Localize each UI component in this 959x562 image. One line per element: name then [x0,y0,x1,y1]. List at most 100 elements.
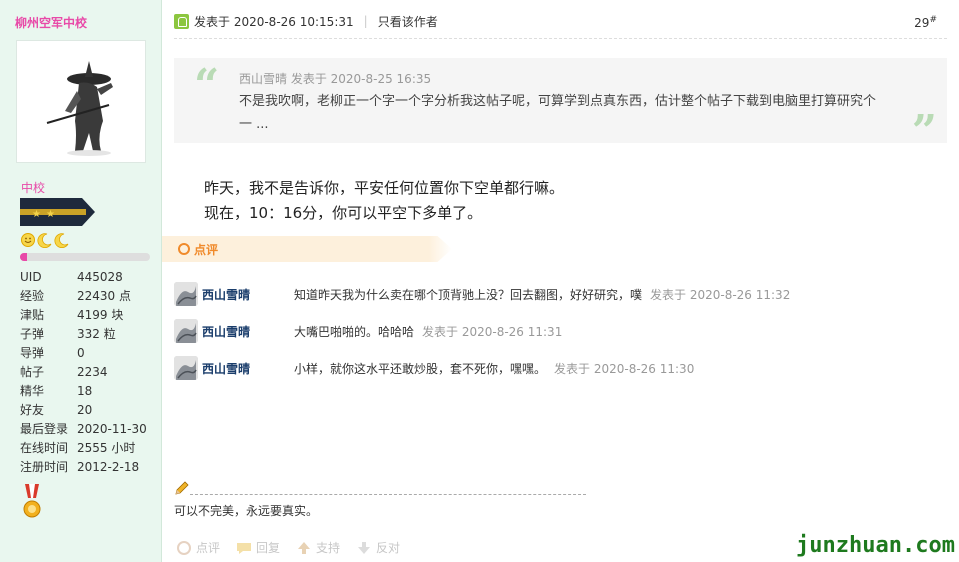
signature-text: 可以不完美，永远要真实。 [174,504,319,518]
stat-value: 18 [77,384,93,398]
post-line: 现在，10：16分，你可以平空下多单了。 [204,204,483,222]
stat-label: 子弹 [20,327,45,341]
support-button[interactable]: 支持 [296,539,340,556]
review-item: 西山雪晴 知道昨天我为什么卖在哪个顶背驰上没？回去翻图，好好研究，噗 发表于 202… [174,281,790,307]
svg-text:★: ★ [46,209,55,220]
stat-label: 在线时间 [20,441,69,455]
moon-icon [37,233,52,248]
stat-label: 注册时间 [20,460,69,474]
review-section-title: 点评 [194,243,219,257]
level-progress-fill [20,253,27,261]
review-icon [176,540,192,555]
stat-label: 津贴 [20,308,45,322]
reviewer-name[interactable]: 西山雪晴 [202,286,294,303]
support-label: 支持 [316,541,341,555]
reply-label: 回复 [256,541,281,555]
stat-row: 好友 20 [20,401,147,420]
header-divider-line [174,38,947,39]
stat-value: 2020-11-30 [77,422,147,436]
stat-value: 2555 小时 [77,441,136,455]
only-author-link[interactable]: 只看该作者 [378,13,438,30]
author-sidebar: 柳州空军中校 中校 ★ ★ UID 445028 经验 22430 点 津贴 4… [0,0,162,562]
reviewer-name[interactable]: 西山雪晴 [202,360,294,377]
quote-close-icon: ” [911,106,937,157]
reply-button[interactable]: 回复 [236,539,280,556]
review-text: 知道昨天我为什么卖在哪个顶背驰上没？回去翻图，好好研究，噗 [294,287,643,302]
floor-value: 29 [914,16,930,30]
reviewer-avatar[interactable] [174,282,198,306]
level-icons [20,232,70,248]
stat-label: 最后登录 [20,422,69,436]
floor-mark: # [929,15,937,25]
author-name-link[interactable]: 柳州空军中校 [15,14,87,31]
review-label: 点评 [196,541,221,555]
stat-value: 2012-2-18 [77,460,140,474]
stat-row: 津贴 4199 块 [20,306,147,325]
review-time: 发表于 2020-8-26 11:30 [554,361,695,376]
sun-icon [21,233,35,247]
rank-insignia-icon: ★ ★ [20,198,95,226]
thumbs-down-icon [356,541,372,555]
oppose-button[interactable]: 反对 [356,539,400,556]
rank-title: 中校 [21,181,46,195]
stat-row: 经验 22430 点 [20,287,147,306]
stat-value: 332 粒 [77,327,116,341]
review-item: 西山雪晴 小样，就你这水平还敢炒股，套不死你，嘿嘿。 发表于 2020-8-26 1… [174,355,694,381]
post-header: 发表于 2020-8-26 10:15:31 | 只看该作者 [174,11,438,31]
post-time: 发表于 2020-8-26 10:15:31 [194,14,354,29]
author-avatar[interactable] [16,40,146,163]
review-item: 西山雪晴 大嘴巴啪啪的。哈哈哈 发表于 2020-8-26 11:31 [174,318,562,344]
review-text: 大嘴巴啪啪的。哈哈哈 [294,324,415,339]
stat-row: UID 445028 [20,268,147,287]
stat-row: 子弹 332 粒 [20,325,147,344]
stat-row: 最后登录 2020-11-30 [20,420,147,439]
stat-value: 20 [77,403,93,417]
svg-text:★: ★ [32,209,41,220]
stat-value: 22430 点 [77,289,131,303]
review-button[interactable]: 点评 [176,539,220,556]
stat-label: 帖子 [20,365,45,379]
reviewer-avatar[interactable] [174,319,198,343]
medal-icon[interactable] [22,484,42,520]
floor-number[interactable]: 29# [914,15,937,30]
review-circle-icon [178,243,190,255]
review-time: 发表于 2020-8-26 11:31 [422,324,563,339]
reviewer-avatar[interactable] [174,356,198,380]
stat-row: 在线时间 2555 小时 [20,439,147,458]
stat-label: UID [20,270,42,284]
stat-label: 导弹 [20,346,45,360]
watermark: junzhuan.com [796,533,955,558]
author-stats: UID 445028 经验 22430 点津贴 4199 块子弹 332 粒导弹 0 帖子 22… [20,268,147,477]
stat-label: 经验 [20,289,45,303]
reviewer-name[interactable]: 西山雪晴 [202,323,294,340]
review-text: 小样，就你这水平还敢炒股，套不死你，嘿嘿。 [294,361,547,376]
level-progress-bar [20,253,150,261]
stat-label: 精华 [20,384,45,398]
moon-icon [54,233,69,248]
quote-open-icon: “ [194,60,220,111]
reply-icon [236,541,252,555]
stat-row: 精华 18 [20,382,147,401]
quote-block: “ 西山雪晴 发表于 2020-8-25 16:35 不是我吹啊，老柳正一个字一… [174,58,947,157]
stat-row: 注册时间 2012-2-18 [20,458,147,477]
stat-value: 4199 块 [77,308,124,322]
quote-meta: 西山雪晴 发表于 2020-8-25 16:35 [239,72,432,86]
oppose-label: 反对 [376,541,401,555]
pencil-icon [174,480,190,496]
quote-text: 不是我吹啊，老柳正一个字一个字分析我这帖子呢，可算学到点真东西，估计整个帖子下载… [239,94,877,132]
online-status-icon [174,13,189,29]
stat-row: 帖子 2234 [20,363,147,382]
thumbs-up-icon [296,541,312,555]
review-section-header: 点评 [162,236,452,262]
post-line: 昨天，我不是告诉你，平安任何位置你下空单都行嘛。 [204,179,565,197]
post-main: 发表于 2020-8-26 10:15:31 | 只看该作者 29# “ 西山雪… [162,0,959,562]
post-body: 昨天，我不是告诉你，平安任何位置你下空单都行嘛。 现在，10：16分，你可以平空… [204,176,564,226]
review-time: 发表于 2020-8-26 11:32 [650,287,791,302]
stat-value: 445028 [77,270,123,284]
post-actions: 点评 回复 支持 反对 [176,539,400,556]
stat-row: 导弹 0 [20,344,147,363]
stat-label: 好友 [20,403,45,417]
stat-value: 2234 [77,365,108,379]
stat-value: 0 [77,346,85,360]
signature-divider [190,494,586,495]
